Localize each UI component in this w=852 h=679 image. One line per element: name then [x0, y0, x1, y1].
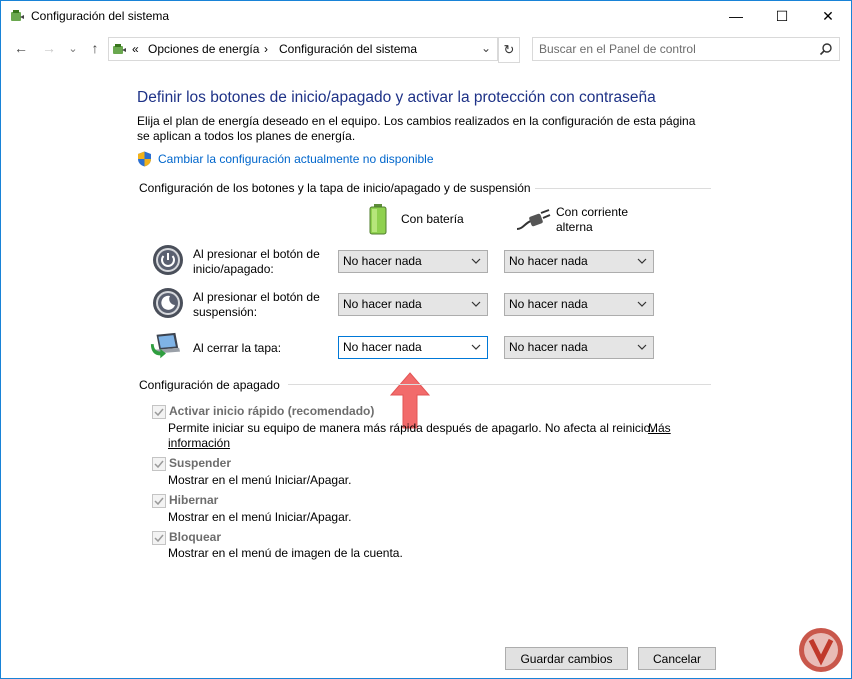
chevron-down-icon [471, 301, 481, 307]
hibernate-description: Mostrar en el menú Iniciar/Apagar. [168, 510, 352, 524]
search-input[interactable]: Buscar en el Panel de control [539, 42, 696, 56]
close-icon: ✕ [822, 7, 834, 24]
buttons-section-title: Configuración de los botones y la tapa d… [139, 181, 531, 195]
fast-startup-label: Activar inicio rápido (recomendado) [169, 404, 375, 418]
address-row: ← → ⌄ ↑ « Opciones de energía › Configur… [1, 35, 851, 63]
page-description: Elija el plan de energía deseado en el e… [137, 114, 696, 143]
power-button-ac-select[interactable]: No hacer nada [504, 250, 654, 273]
up-button[interactable]: ↑ [85, 38, 105, 58]
arrow-up-icon: ↑ [91, 40, 99, 56]
breadcrumb-system-settings[interactable]: Configuración del sistema [279, 42, 417, 56]
back-button[interactable]: ← [11, 38, 31, 58]
fast-startup-checkbox[interactable] [152, 405, 166, 419]
sleep-button-ac-select[interactable]: No hacer nada [504, 293, 654, 316]
fast-startup-description: Permite iniciar su equipo de manera más … [168, 421, 654, 435]
checkmark-icon [154, 408, 164, 417]
chevron-down-icon [637, 258, 647, 264]
laptop-lid-icon [150, 332, 181, 359]
more-info-link-line1[interactable]: Más [648, 421, 671, 436]
checkmark-icon [154, 534, 164, 543]
chevron-down-icon [637, 344, 647, 350]
sleep-label: Suspender [169, 456, 232, 470]
power-button-icon [153, 245, 183, 275]
breadcrumb-separator[interactable]: › [264, 42, 268, 56]
select-value: No hacer nada [509, 340, 588, 354]
lid-close-label: Al cerrar la tapa: [193, 341, 282, 355]
hibernate-label: Hibernar [169, 493, 219, 507]
chevron-down-icon: ⌄ [68, 42, 78, 55]
select-value: No hacer nada [343, 254, 422, 268]
hibernate-checkbox[interactable] [152, 494, 166, 508]
shutdown-section-title: Configuración de apagado [139, 378, 280, 392]
select-value: No hacer nada [343, 340, 422, 354]
checkmark-icon [154, 497, 164, 506]
minimize-button[interactable]: — [713, 1, 759, 31]
power-plug-icon [516, 209, 551, 230]
checkmark-icon [154, 460, 164, 469]
breadcrumb-power-options[interactable]: Opciones de energía [148, 42, 259, 56]
search-icon[interactable] [819, 42, 833, 56]
arrow-left-icon: ← [14, 40, 28, 56]
address-bar[interactable]: « Opciones de energía › Configuración de… [108, 37, 498, 61]
forward-button[interactable]: → [39, 38, 59, 58]
ac-column-header-line2: alterna [556, 220, 593, 234]
sleep-button-battery-select[interactable]: No hacer nada [338, 293, 488, 316]
lid-close-battery-select[interactable]: No hacer nada [338, 336, 488, 359]
cancel-button[interactable]: Cancelar [638, 647, 716, 670]
section-divider [288, 384, 711, 385]
power-button-label-line2: inicio/apagado: [193, 262, 274, 276]
sleep-button-label-line1: Al presionar el botón de [193, 290, 320, 304]
sleep-button-label-line2: suspensión: [193, 305, 258, 319]
close-button[interactable]: ✕ [805, 1, 851, 31]
minimize-icon: — [729, 8, 743, 24]
select-value: No hacer nada [509, 297, 588, 311]
chevron-down-icon [637, 301, 647, 307]
battery-icon [369, 204, 387, 235]
uac-shield-icon [138, 151, 151, 167]
overflow-chevron[interactable]: « [132, 42, 139, 56]
site-logo-icon [799, 628, 843, 672]
lock-description: Mostrar en el menú de imagen de la cuent… [168, 546, 403, 560]
refresh-icon: ↻ [503, 42, 515, 57]
refresh-button[interactable]: ↻ [498, 37, 520, 63]
power-button-battery-select[interactable]: No hacer nada [338, 250, 488, 273]
control-panel-window: Configuración del sistema — ☐ ✕ ← → ⌄ ↑ … [0, 0, 852, 679]
recent-locations-button[interactable]: ⌄ [63, 38, 83, 58]
save-changes-button[interactable]: Guardar cambios [505, 647, 628, 670]
power-button-label-line1: Al presionar el botón de [193, 247, 320, 261]
power-options-icon [11, 10, 24, 21]
lid-close-ac-select[interactable]: No hacer nada [504, 336, 654, 359]
select-value: No hacer nada [509, 254, 588, 268]
chevron-down-icon [471, 344, 481, 350]
section-divider [535, 188, 711, 189]
sleep-button-icon [153, 288, 183, 318]
lock-label: Bloquear [169, 530, 222, 544]
window-title: Configuración del sistema [31, 9, 170, 23]
address-dropdown-icon[interactable]: ⌄ [481, 41, 491, 55]
change-unavailable-settings-link[interactable]: Cambiar la configuración actualmente no … [158, 152, 434, 166]
select-value: No hacer nada [343, 297, 422, 311]
search-box[interactable]: Buscar en el Panel de control [532, 37, 840, 61]
ac-column-header-line1: Con corriente [556, 205, 629, 219]
title-bar: Configuración del sistema — ☐ ✕ [1, 1, 851, 31]
sleep-description: Mostrar en el menú Iniciar/Apagar. [168, 473, 352, 487]
lock-checkbox[interactable] [152, 531, 166, 545]
chevron-down-icon [471, 258, 481, 264]
more-info-link-line2[interactable]: información [168, 436, 230, 451]
maximize-button[interactable]: ☐ [759, 1, 805, 31]
page-title: Definir los botones de inicio/apagado y … [137, 89, 656, 106]
maximize-icon: ☐ [775, 7, 789, 24]
control-panel-icon [113, 44, 126, 54]
arrow-right-icon: → [42, 40, 56, 56]
battery-column-header: Con batería [401, 212, 464, 226]
sleep-checkbox[interactable] [152, 457, 166, 471]
